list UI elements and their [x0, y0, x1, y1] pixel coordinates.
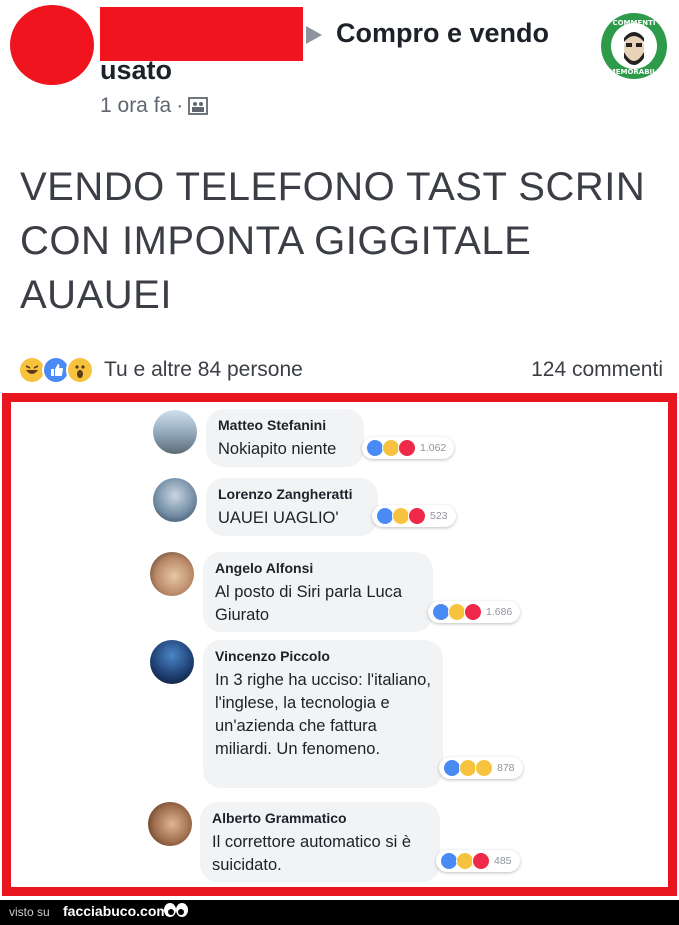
post-time[interactable]: 1 ora fa: [100, 94, 171, 118]
commenter-avatar[interactable]: [153, 478, 197, 522]
commenter-avatar[interactable]: [153, 410, 197, 454]
svg-text:COMMENTI: COMMENTI: [612, 19, 655, 27]
comment-bubble: Alberto Grammatico Il correttore automat…: [200, 802, 440, 882]
comment-author[interactable]: Vincenzo Piccolo: [215, 648, 431, 664]
comment-bubble: Lorenzo Zangheratti UAUEI UAGLIO': [206, 478, 378, 536]
comment-author[interactable]: Lorenzo Zangheratti: [218, 486, 366, 502]
author-avatar-redacted[interactable]: [10, 5, 94, 85]
comment-reactions[interactable]: 1.686: [428, 601, 521, 623]
group-audience-icon: [188, 94, 209, 118]
commenter-avatar[interactable]: [150, 552, 194, 596]
reactions-people-text[interactable]: Tu e altre 84 persone: [104, 358, 303, 382]
group-name[interactable]: Compro e vendo: [336, 18, 549, 49]
love-reaction-icon: [464, 603, 482, 621]
comment-text: Il correttore automatico si è suicidato.: [212, 833, 411, 874]
reaction-count: 1.686: [486, 606, 513, 618]
love-reaction-icon: [408, 507, 426, 525]
comment-author[interactable]: Angelo Alfonsi: [215, 560, 421, 576]
comment-bubble: Vincenzo Piccolo In 3 righe ha ucciso: l…: [203, 640, 443, 788]
svg-text:MEMORABILI: MEMORABILI: [609, 68, 659, 76]
reaction-count: 1.062: [420, 442, 447, 454]
commenti-memorabili-logo: COMMENTI MEMORABILI: [600, 12, 668, 80]
wow-reaction-icon: [66, 356, 94, 384]
comment-author[interactable]: Matteo Stefanini: [218, 417, 352, 433]
arrow-right-icon: [306, 26, 322, 44]
comment-reactions[interactable]: 523: [372, 505, 456, 527]
post-text: VENDO TELEFONO TAST SCRIN CON IMPONTA GI…: [20, 165, 646, 317]
watermark-site[interactable]: facciabuco.com: [63, 903, 169, 919]
comment-bubble: Angelo Alfonsi Al posto di Siri parla Lu…: [203, 552, 433, 632]
comment-reactions[interactable]: 878: [439, 757, 523, 779]
eyes-icon: [163, 902, 189, 925]
comment-text: UAUEI UAGLIO': [218, 509, 339, 527]
comment-text: Al posto di Siri parla Luca Giurato: [215, 583, 403, 624]
comment-reactions[interactable]: 485: [436, 850, 520, 872]
group-name-continued[interactable]: usato: [100, 55, 172, 86]
comment-author[interactable]: Alberto Grammatico: [212, 810, 428, 826]
author-name-redacted[interactable]: [100, 7, 303, 61]
comment-text: Nokiapito niente: [218, 440, 337, 458]
commenter-avatar[interactable]: [148, 802, 192, 846]
reaction-count: 878: [497, 762, 515, 774]
comments-count[interactable]: 124 commenti: [531, 358, 663, 382]
separator-dot: ·: [176, 94, 184, 117]
wow-reaction-icon: [475, 759, 493, 777]
love-reaction-icon: [398, 439, 416, 457]
reaction-count: 523: [430, 510, 448, 522]
reaction-count: 485: [494, 855, 512, 867]
post-meta: 1 ora fa ·: [100, 94, 209, 118]
watermark-visto-su: visto su: [9, 905, 50, 919]
post-reactions-summary[interactable]: Tu e altre 84 persone: [18, 354, 303, 386]
comment-bubble: Matteo Stefanini Nokiapito niente: [206, 409, 364, 467]
love-reaction-icon: [472, 852, 490, 870]
commenter-avatar[interactable]: [150, 640, 194, 684]
comment-text: In 3 righe ha ucciso: l'italiano, l'ingl…: [215, 671, 431, 758]
comment-reactions[interactable]: 1.062: [362, 437, 455, 459]
